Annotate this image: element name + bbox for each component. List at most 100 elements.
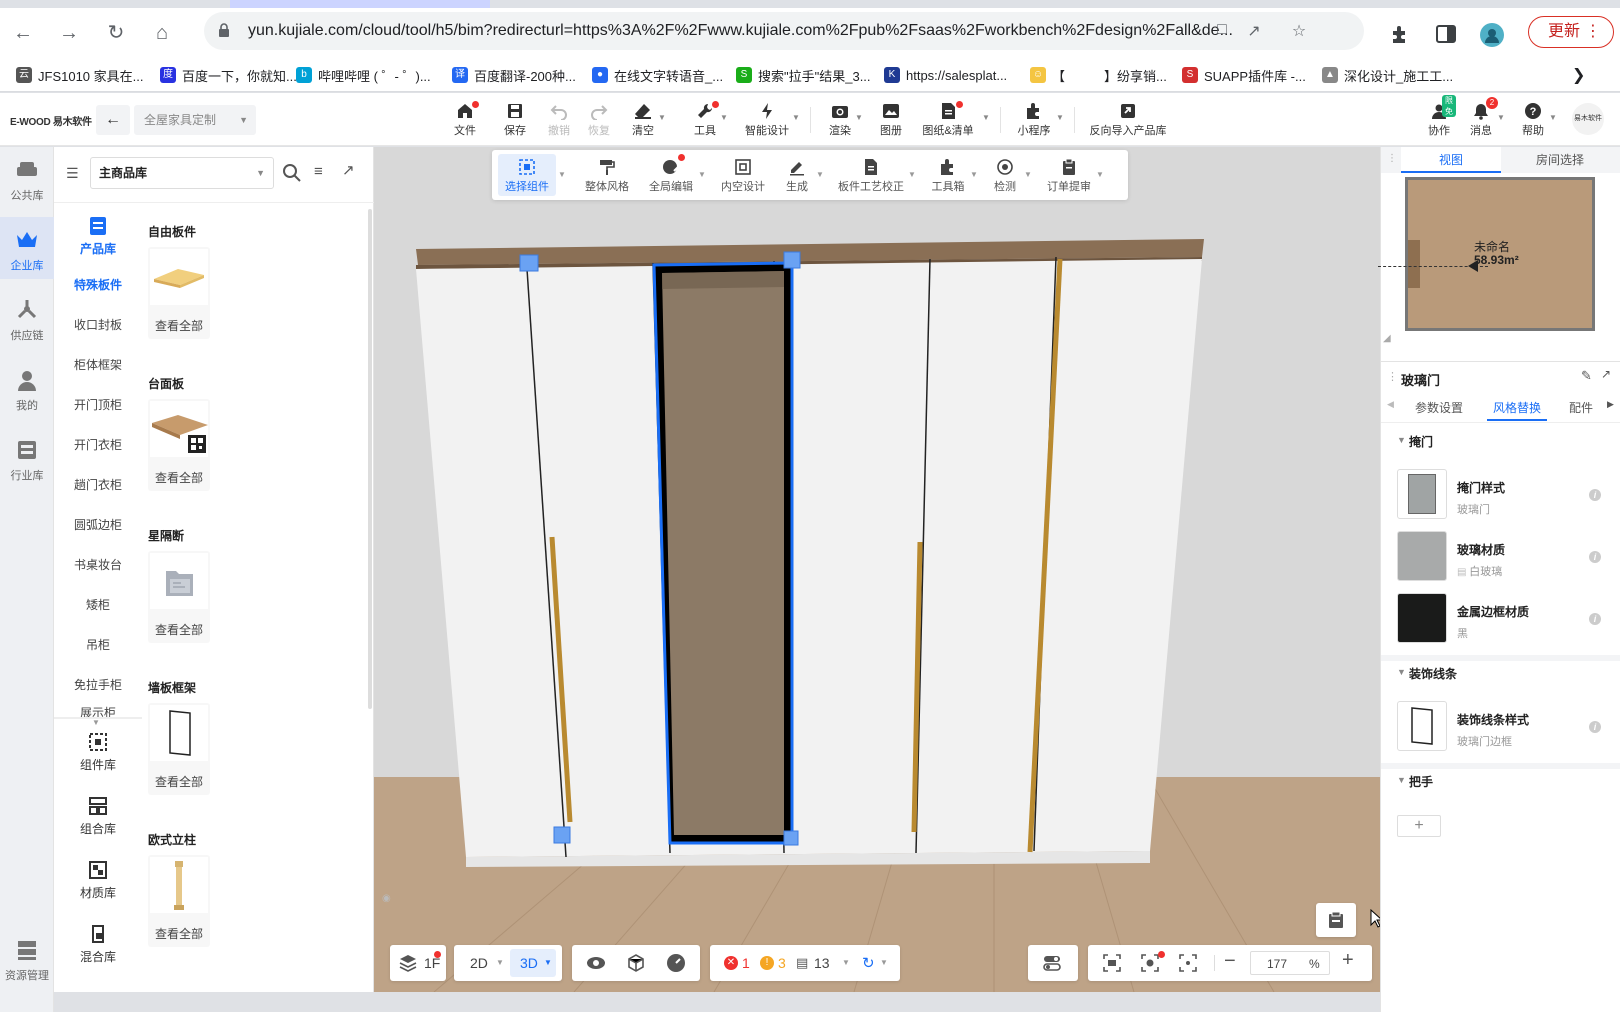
overall-style-button[interactable]: 整体风格 [582,154,632,196]
chevron-down-icon[interactable]: ▼ [658,113,666,122]
chevron-down-icon[interactable]: ▼ [855,113,863,122]
bookmark-item[interactable]: 】纷享销... [1104,66,1167,84]
option-thumb[interactable] [1397,531,1447,581]
bookmark-item[interactable]: Khttps://salesplat... [884,66,1007,84]
view-fit-icon[interactable] [1102,953,1122,973]
wardrobe-scene[interactable] [374,147,1380,992]
group-title[interactable]: 装饰线条 [1409,665,1457,682]
drag-handle-icon[interactable]: ⋮ [1387,370,1398,383]
category-item[interactable]: 展示柜 [54,701,142,717]
reload-icon[interactable]: ↻ [105,22,127,44]
tools-button[interactable]: 工具 [690,99,720,143]
filter-icon[interactable]: ≡ [314,163,323,180]
collaborate-button[interactable]: 协作 限免 [1424,95,1456,143]
home-page-icon[interactable]: ⌂ [151,22,173,44]
select-component-button[interactable]: 选择组件 [498,154,556,196]
tab-accessories[interactable]: 配件 [1569,399,1603,416]
save-button[interactable]: 保存 [500,99,530,143]
chevron-down-icon[interactable]: ▼ [908,170,916,179]
rail-item-resource-management[interactable]: 资源管理 [0,927,54,989]
detect-button[interactable]: 检测 [988,154,1022,196]
tab-view[interactable]: 视图 [1401,147,1501,173]
chevron-down-icon[interactable]: ▼ [1397,775,1406,785]
zoom-out-icon[interactable]: − [1224,950,1236,973]
category-item[interactable]: 圆弧边柜 [54,505,142,545]
product-card[interactable]: 查看全部 [148,399,210,491]
redo-button[interactable]: 恢复 [584,99,614,143]
chevron-down-icon[interactable]: ▼ [792,113,800,122]
mode-select[interactable]: 全屋家具定制 ▼ [134,105,256,135]
product-card[interactable]: 查看全部 [148,551,210,643]
zoom-in-icon[interactable]: + [1342,949,1354,972]
chevron-down-icon[interactable]: ▼ [1397,435,1406,445]
category-component-library[interactable]: 组件库 [54,731,142,773]
info-icon[interactable]: i [1589,551,1601,563]
floor-switcher[interactable]: 1F [390,945,446,981]
chevron-down-icon[interactable]: ▼ [558,170,566,179]
product-card[interactable]: 查看全部 [148,703,210,795]
chevron-right-icon[interactable]: ▶ [1607,399,1614,410]
profile-avatar-icon[interactable] [1480,23,1504,47]
bookmark-item[interactable]: b 哔哩哔哩 ( ゜- ゜)... [296,66,431,84]
share-icon[interactable]: ↗ [1244,21,1264,41]
resize-corner-icon[interactable]: ◢ [1383,333,1391,344]
chevron-down-icon[interactable]: ▼ [1397,667,1406,677]
bookmark-item[interactable]: ☺ 【 [1030,66,1065,84]
category-item[interactable]: 矮柜 [54,585,142,625]
rail-item-enterprise-library[interactable]: 企业库 [0,217,54,279]
chevron-down-icon[interactable]: ▼ [1497,113,1505,122]
category-item[interactable]: 免拉手柜 [54,665,142,705]
extensions-icon[interactable] [1388,23,1412,47]
clear-button[interactable]: 清空 [628,99,658,143]
eye-icon[interactable] [586,953,606,973]
rail-item-public-library[interactable]: 公共库 [0,147,54,209]
view-all-link[interactable]: 查看全部 [148,317,210,334]
category-item[interactable]: 柜体框架 [54,345,142,385]
category-item[interactable]: 收口封板 [54,305,142,345]
mini-program-button[interactable]: 小程序 [1014,99,1054,143]
lock-icon[interactable] [218,23,230,37]
drawing-list-button[interactable]: 图纸&清单 [918,99,978,143]
category-mix-library[interactable]: 混合库 [54,923,142,965]
group-title[interactable]: 把手 [1409,773,1433,790]
address-bar[interactable]: yun.kujiale.com/cloud/tool/h5/bim?redire… [204,12,1364,50]
info-icon[interactable]: i [1589,489,1601,501]
chevron-down-icon[interactable]: ▼ [720,113,728,122]
chevron-down-icon[interactable]: ▼ [92,718,100,727]
chevron-down-icon[interactable]: ▼ [970,170,978,179]
tab-style-replace[interactable]: 风格替换 [1493,399,1541,416]
chevron-down-icon[interactable]: ▼ [842,958,850,967]
global-edit-button[interactable]: 全局编辑 [646,154,696,196]
product-card[interactable]: 查看全部 [148,247,210,339]
bookmark-item[interactable]: 云 JFS1010 家具在... [16,66,143,84]
album-button[interactable]: 图册 [876,99,906,143]
star-icon[interactable]: ☆ [1289,21,1309,41]
board-craft-correction-button[interactable]: 板件工艺校正 [836,154,906,196]
product-card[interactable]: 查看全部 [148,855,210,947]
chevron-down-icon[interactable]: ▼ [496,958,504,967]
speed-gauge-icon[interactable] [666,953,686,973]
view-all-link[interactable]: 查看全部 [148,621,210,638]
option-thumb[interactable] [1397,701,1447,751]
rail-item-mine[interactable]: 我的 [0,357,54,419]
3d-viewport[interactable]: 选择组件 ▼ 整体风格 全局编辑 ▼ 内空设计 生成 ▼ 板件工艺校正 ▼ 工具… [374,147,1380,992]
drag-handle-icon[interactable]: ⋮ [1387,153,1397,164]
category-item[interactable]: 特殊板件 [54,265,142,305]
chevron-down-icon[interactable]: ▼ [1549,113,1557,122]
undo-button[interactable]: 撤销 [544,99,574,143]
search-icon[interactable] [282,163,302,183]
list-icon[interactable]: ☰ [66,165,79,182]
rail-item-industry-library[interactable]: 行业库 [0,427,54,489]
expand-icon[interactable]: ↗ [1601,367,1611,381]
chevron-down-icon[interactable]: ▼ [982,113,990,122]
library-source-select[interactable]: 主商品库 ▼ [90,157,274,189]
chevron-down-icon[interactable]: ▼ [1024,170,1032,179]
view-settings-icon[interactable] [1140,953,1160,973]
avatar[interactable]: 易木软件 [1572,103,1604,135]
view-all-link[interactable]: 查看全部 [148,469,210,486]
file-menu-button[interactable]: 文件 [450,99,480,143]
check-status-bar[interactable]: ✕ 1 ! 3 ▤ 13 ▼ ↻ ▼ [710,945,900,981]
back-button[interactable]: ← [96,105,130,135]
chevron-down-icon[interactable]: ▼ [816,170,824,179]
chevron-down-icon[interactable]: ▼ [1056,113,1064,122]
